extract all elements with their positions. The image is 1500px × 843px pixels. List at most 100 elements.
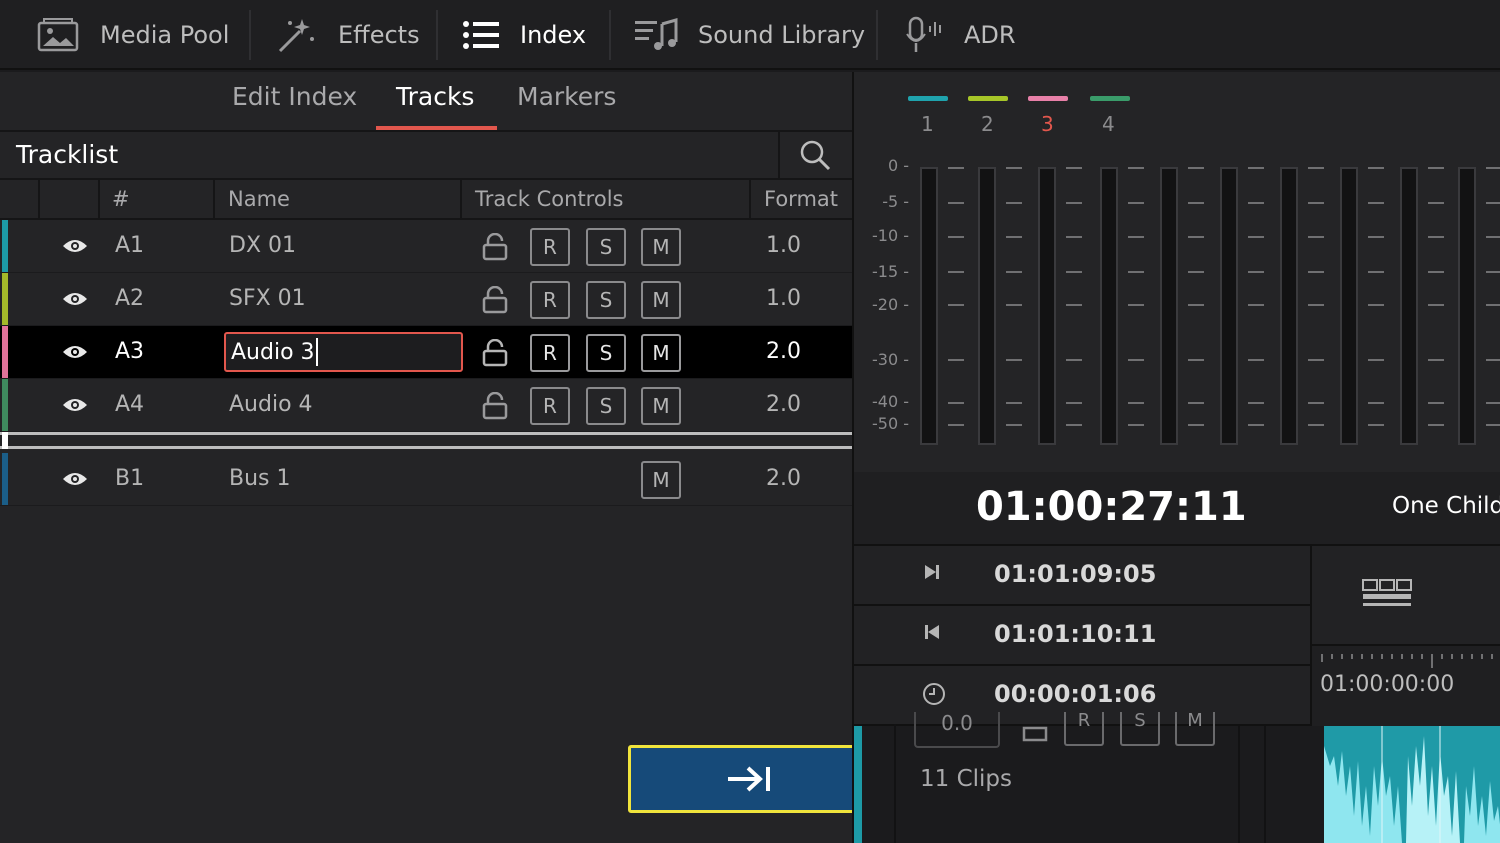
meter-tick	[1006, 271, 1022, 273]
column-header-number[interactable]: #	[112, 187, 130, 211]
record-arm-button[interactable]: R	[530, 281, 570, 319]
channel-number[interactable]: 2	[981, 112, 994, 136]
track-name[interactable]: SFX 01	[229, 286, 306, 311]
eye-visibility-icon[interactable]	[62, 343, 88, 361]
header-separator	[778, 132, 780, 178]
lock-icon[interactable]	[482, 392, 508, 420]
search-icon[interactable]	[798, 138, 832, 176]
bus-name[interactable]: Bus 1	[229, 466, 291, 491]
timeline-ruler[interactable]: 01:00:00:00	[1310, 646, 1500, 726]
eye-visibility-icon[interactable]	[62, 237, 88, 255]
effects-wand-icon	[278, 19, 314, 53]
record-arm-button[interactable]: R	[530, 334, 570, 372]
track-row[interactable]: A1 DX 01 R S M 1.0	[0, 220, 852, 273]
meter-tick	[1368, 402, 1384, 404]
meter-tick	[1368, 424, 1384, 426]
record-arm-button[interactable]: R	[530, 228, 570, 266]
meter-tick	[1248, 424, 1264, 426]
track-header-divider	[1238, 726, 1240, 843]
track-name-field[interactable]: Audio 3	[224, 332, 463, 372]
column-header-track-controls[interactable]: Track Controls	[475, 187, 623, 211]
eye-visibility-icon[interactable]	[62, 470, 88, 488]
solo-button[interactable]: S	[1120, 712, 1160, 746]
track-name[interactable]: Audio 4	[229, 392, 313, 417]
toolbar-adr[interactable]: ADR	[906, 0, 1016, 70]
track-row[interactable]: A2 SFX 01 R S M 1.0	[0, 273, 852, 326]
tab-edit-index[interactable]: Edit Index	[232, 82, 357, 111]
meter-bar	[1458, 167, 1476, 445]
track-row-selected[interactable]: A3 Audio 3 R S M 2.0	[0, 326, 852, 379]
bus-divider	[0, 432, 852, 435]
channel-number[interactable]: 4	[1102, 112, 1115, 136]
mute-button[interactable]: M	[641, 228, 681, 266]
partial-format-field[interactable]: 0.0	[914, 712, 1000, 748]
meter-tick	[948, 271, 964, 273]
append-to-end-button[interactable]	[628, 745, 872, 813]
media-pool-icon	[37, 18, 79, 52]
toolbar-sound-library[interactable]: Sound Library	[634, 0, 865, 70]
solo-button[interactable]: S	[586, 228, 626, 266]
meter-bar	[1100, 167, 1118, 445]
meter-tick	[1486, 304, 1500, 306]
meter-tick	[1128, 167, 1144, 169]
solo-button[interactable]: S	[586, 281, 626, 319]
toolbar-index[interactable]: Index	[462, 0, 586, 70]
eye-visibility-icon[interactable]	[62, 396, 88, 414]
meter-tick	[1188, 167, 1204, 169]
bus-row[interactable]: B1 Bus 1 M 2.0	[0, 453, 852, 506]
bus-format: 2.0	[766, 466, 801, 491]
timecode-display: 01:00:27:11 One Child	[854, 472, 1500, 546]
meter-tick	[1188, 402, 1204, 404]
audio-clip-waveform[interactable]	[1324, 726, 1500, 843]
mute-button[interactable]: M	[1175, 712, 1215, 746]
meter-bar	[1280, 167, 1298, 445]
mute-button[interactable]: M	[641, 281, 681, 319]
meter-tick	[1308, 271, 1324, 273]
lock-icon[interactable]	[482, 286, 508, 314]
record-arm-button[interactable]: R	[530, 387, 570, 425]
index-panel: Edit Index Tracks Markers Tracklist # Na…	[0, 72, 872, 843]
view-options-area	[1310, 546, 1500, 646]
track-row[interactable]: A4 Audio 4 R S M 2.0	[0, 379, 852, 432]
index-list-icon	[463, 21, 499, 49]
in-point-row[interactable]: 01:01:09:05	[854, 546, 1310, 606]
meter-tick	[1248, 202, 1264, 204]
tab-markers[interactable]: Markers	[517, 82, 616, 111]
tab-tracks[interactable]: Tracks	[396, 82, 474, 111]
column-header-format[interactable]: Format	[764, 187, 838, 211]
lock-icon[interactable]	[1022, 726, 1048, 742]
track-color-indicator	[854, 726, 862, 843]
solo-button[interactable]: S	[586, 387, 626, 425]
channel-number[interactable]: 1	[921, 112, 934, 136]
in-point-timecode: 01:01:09:05	[994, 560, 1157, 588]
record-arm-button[interactable]: R	[1064, 712, 1104, 746]
mute-button[interactable]: M	[641, 461, 681, 499]
bus-number: B1	[115, 466, 145, 491]
meter-tick	[1368, 236, 1384, 238]
track-number: A1	[115, 233, 145, 258]
toolbar-effects[interactable]: Effects	[276, 0, 420, 70]
meter-tick	[1066, 271, 1082, 273]
track-name[interactable]: DX 01	[229, 233, 296, 258]
mute-button[interactable]: M	[641, 387, 681, 425]
toolbar-media-pool[interactable]: Media Pool	[36, 0, 229, 70]
meter-bar	[1340, 167, 1358, 445]
eye-visibility-icon[interactable]	[62, 290, 88, 308]
out-point-row[interactable]: 01:01:10:11	[854, 606, 1310, 666]
timeline-view-icon[interactable]	[1362, 578, 1414, 610]
meter-tick	[1128, 402, 1144, 404]
meter-tick	[1128, 236, 1144, 238]
meter-tick	[1006, 424, 1022, 426]
track-color-indicator	[2, 379, 8, 431]
meter-tick	[948, 167, 964, 169]
channel-number-active[interactable]: 3	[1041, 112, 1054, 136]
meter-tick	[1188, 271, 1204, 273]
toolbar-separator	[249, 10, 251, 60]
lock-icon[interactable]	[482, 233, 508, 261]
column-header-name[interactable]: Name	[228, 187, 290, 211]
lock-icon[interactable]	[482, 339, 508, 367]
mute-button[interactable]: M	[641, 334, 681, 372]
solo-button[interactable]: S	[586, 334, 626, 372]
bus-divider	[0, 446, 852, 449]
meter-bar	[1160, 167, 1178, 445]
